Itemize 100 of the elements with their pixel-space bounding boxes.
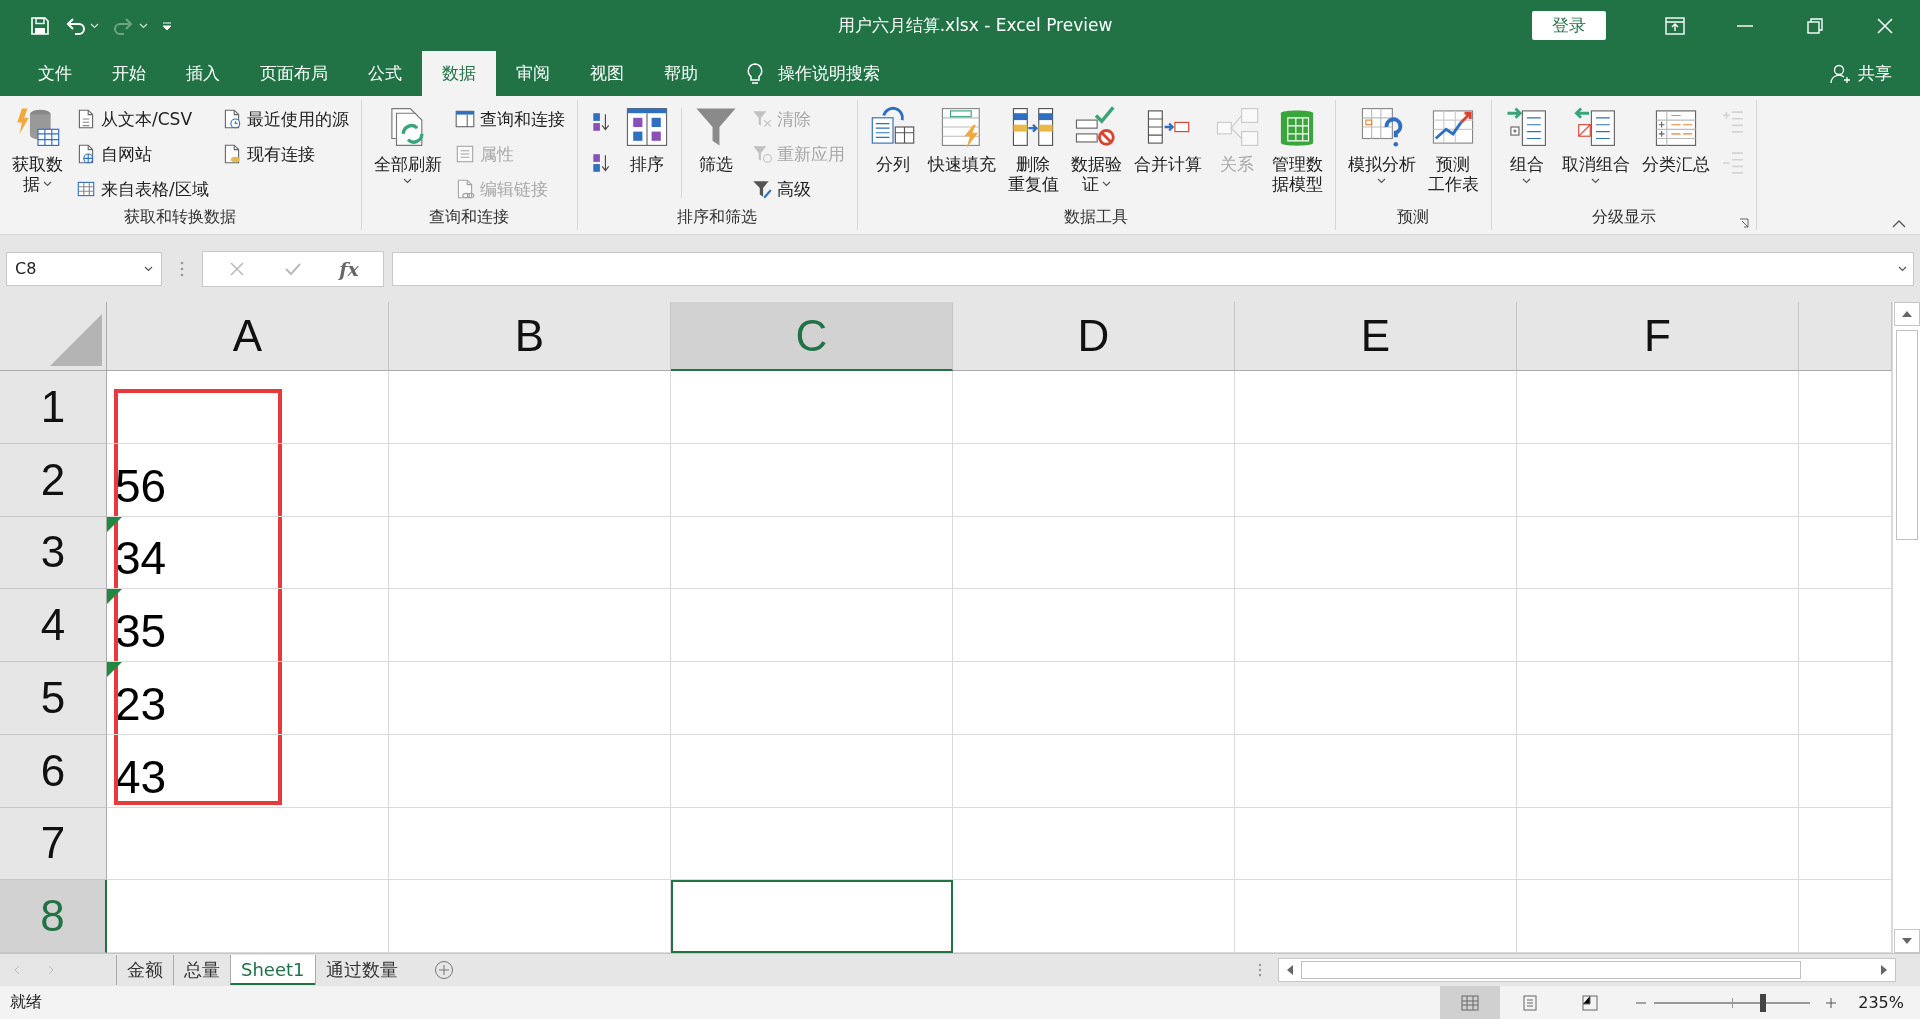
table-cell[interactable] — [953, 807, 1235, 881]
ribbon-button[interactable]: 来自表格/区域 — [75, 176, 209, 202]
table-cell[interactable] — [671, 371, 953, 444]
tell-me-button[interactable]: 操作说明搜索 — [718, 51, 880, 96]
row-header[interactable]: 3 — [0, 516, 107, 590]
ribbon-button[interactable]: 管理数 据模型 — [1266, 102, 1328, 196]
table-cell[interactable] — [671, 662, 953, 735]
table-cell[interactable] — [953, 516, 1235, 590]
sheet-tab[interactable]: 通过数量 — [314, 955, 408, 985]
table-cell[interactable] — [671, 516, 953, 590]
table-cell[interactable] — [1235, 807, 1517, 881]
row-header[interactable]: 2 — [0, 443, 107, 517]
table-cell[interactable]: 35 — [107, 589, 389, 662]
column-header[interactable]: D — [953, 302, 1235, 371]
select-all-button[interactable] — [0, 302, 107, 371]
ribbon-button[interactable]: 排序 — [618, 102, 675, 176]
ribbon-tab[interactable]: 审阅 — [496, 51, 570, 96]
table-cell[interactable] — [1517, 371, 1799, 444]
name-box[interactable]: C8 — [6, 251, 162, 286]
ribbon-button[interactable]: 取消组合 — [1556, 102, 1635, 186]
table-cell[interactable] — [1517, 807, 1799, 881]
vertical-scrollbar[interactable] — [1892, 302, 1920, 953]
ribbon-tab[interactable]: 数据 — [422, 51, 496, 96]
table-cell[interactable] — [389, 589, 671, 662]
ribbon-button[interactable]: 现有连接 — [220, 141, 349, 167]
ribbon-button[interactable]: 从文本/CSV — [75, 106, 209, 132]
table-cell[interactable] — [953, 443, 1235, 517]
table-cell[interactable] — [1235, 516, 1517, 590]
ribbon-tab[interactable]: 文件 — [18, 51, 92, 96]
ribbon-button[interactable]: 自网站 — [75, 141, 209, 167]
ribbon-tab[interactable]: 页面布局 — [240, 51, 348, 96]
table-cell[interactable] — [1235, 662, 1517, 735]
ribbon-button[interactable]: 分类汇总 — [1636, 102, 1715, 176]
row-header[interactable]: 7 — [0, 807, 107, 881]
ribbon-button[interactable]: 数据验 证 — [1065, 102, 1127, 196]
table-cell[interactable]: 43 — [107, 734, 389, 808]
row-header[interactable]: 5 — [0, 662, 107, 735]
scroll-down-button[interactable] — [1893, 929, 1920, 953]
active-cell[interactable] — [671, 880, 953, 953]
normal-view-button[interactable] — [1440, 986, 1501, 1019]
table-cell[interactable] — [107, 807, 389, 881]
table-cell[interactable] — [1235, 443, 1517, 517]
table-cell[interactable] — [671, 589, 953, 662]
table-cell[interactable] — [389, 662, 671, 735]
ribbon-tab[interactable]: 公式 — [348, 51, 422, 96]
table-cell[interactable] — [1235, 589, 1517, 662]
table-cell[interactable] — [671, 443, 953, 517]
new-sheet-button[interactable] — [433, 960, 454, 980]
row-header[interactable]: 6 — [0, 734, 107, 808]
table-cell[interactable] — [953, 662, 1235, 735]
ribbon-button[interactable]: 模拟分析 — [1342, 102, 1421, 186]
collapse-ribbon-button[interactable] — [1892, 220, 1906, 228]
sheet-tab[interactable]: 金额 — [116, 955, 173, 985]
scroll-up-button[interactable] — [1893, 302, 1920, 326]
table-cell[interactable] — [389, 516, 671, 590]
row-header[interactable]: 1 — [0, 371, 107, 444]
ribbon-tab[interactable]: 帮助 — [644, 51, 718, 96]
table-cell[interactable] — [1235, 371, 1517, 444]
table-cell[interactable] — [107, 371, 389, 444]
ribbon-button[interactable]: 预测 工作表 — [1422, 102, 1484, 196]
row-header[interactable]: 8 — [0, 880, 107, 953]
table-cell[interactable] — [389, 734, 671, 808]
ribbon-button[interactable]: 高级 — [750, 176, 845, 202]
column-header[interactable]: C — [671, 302, 953, 371]
table-cell[interactable] — [1235, 734, 1517, 808]
ribbon-tab[interactable]: 开始 — [92, 51, 166, 96]
sheet-tab[interactable]: Sheet1 — [230, 955, 315, 985]
table-cell[interactable] — [1517, 443, 1799, 517]
table-cell[interactable] — [389, 443, 671, 517]
scroll-thumb[interactable] — [1895, 330, 1918, 540]
sign-in-button[interactable]: 登录 — [1532, 11, 1606, 40]
ribbon-button[interactable]: 筛选 — [687, 102, 744, 176]
table-cell[interactable]: 34 — [107, 516, 389, 590]
column-header[interactable]: A — [107, 302, 389, 371]
table-cell[interactable] — [1517, 662, 1799, 735]
dialog-launcher-button[interactable] — [1738, 218, 1749, 228]
slider-thumb[interactable] — [1760, 993, 1767, 1012]
table-cell[interactable] — [671, 807, 953, 881]
table-cell[interactable] — [389, 807, 671, 881]
table-cell[interactable] — [953, 371, 1235, 444]
table-cell[interactable] — [389, 371, 671, 444]
scroll-thumb[interactable] — [1301, 961, 1801, 979]
ribbon-tab[interactable]: 视图 — [570, 51, 644, 96]
row-header[interactable]: 4 — [0, 589, 107, 662]
table-cell[interactable] — [953, 589, 1235, 662]
horizontal-scrollbar[interactable] — [1278, 958, 1896, 982]
table-cell[interactable]: 23 — [107, 662, 389, 735]
ribbon-button[interactable]: 获取数 据 — [7, 102, 68, 196]
ribbon-button[interactable]: 快速填充 — [922, 102, 1001, 176]
column-header[interactable]: B — [389, 302, 671, 371]
ribbon-button[interactable]: 删除 重复值 — [1002, 102, 1064, 196]
ribbon-button[interactable]: 最近使用的源 — [220, 106, 349, 132]
formula-input[interactable] — [392, 251, 1914, 286]
ribbon-button[interactable]: 分列 — [864, 102, 921, 176]
share-button[interactable]: 共享 — [1830, 51, 1920, 96]
table-cell[interactable] — [1517, 516, 1799, 590]
table-cell[interactable]: 56 — [107, 443, 389, 517]
column-header[interactable]: F — [1517, 302, 1799, 371]
column-header[interactable]: E — [1235, 302, 1517, 371]
table-cell[interactable] — [671, 734, 953, 808]
